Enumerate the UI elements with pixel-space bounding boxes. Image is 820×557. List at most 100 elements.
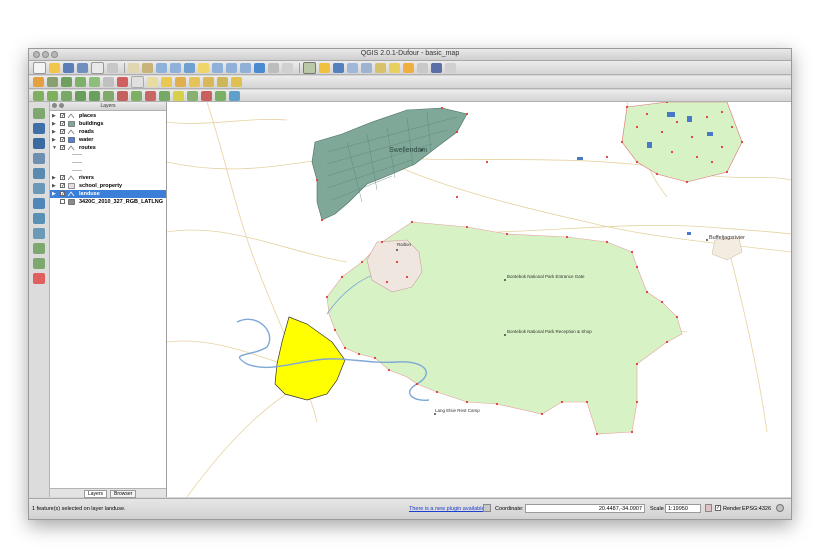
expand-arrow-icon[interactable]: ▶ [52, 112, 56, 120]
add-delimited-text-icon[interactable] [33, 243, 45, 254]
fill-ring-icon[interactable] [215, 90, 226, 101]
toggle-editing-pencil-icon[interactable] [33, 77, 44, 87]
stop-render-icon[interactable] [705, 504, 712, 512]
paste-features-icon[interactable] [147, 77, 158, 87]
new-shapefile-icon[interactable] [33, 258, 45, 269]
crs-status[interactable]: EPSG:4326 [742, 506, 771, 512]
new-plugin-link[interactable]: There is a new plugin available [409, 506, 485, 512]
expand-arrow-icon[interactable]: ▶ [52, 190, 56, 198]
close-panel-icon[interactable] [52, 103, 57, 108]
open-project-icon[interactable] [49, 62, 60, 73]
rotate-point-symbols-icon[interactable] [201, 90, 212, 101]
crs-globe-icon[interactable] [776, 504, 784, 512]
add-mssql-layer-icon[interactable] [33, 168, 45, 179]
measure-icon[interactable] [361, 62, 372, 73]
layer-visibility-checkbox[interactable]: ✓ [60, 129, 65, 135]
layer-item-school-property[interactable]: ▶ ✓ school_property [50, 182, 166, 190]
pan-to-selection-icon[interactable] [142, 62, 153, 73]
layer-visibility-checkbox[interactable] [60, 199, 65, 204]
expand-arrow-icon[interactable]: ▶ [52, 182, 56, 190]
zoom-last-icon[interactable] [226, 62, 237, 73]
add-wcs-layer-icon[interactable] [33, 213, 45, 224]
layer-item-raster[interactable]: 3420C_2010_327_RGB_LATLNG [50, 198, 166, 206]
cut-features-icon[interactable] [117, 77, 128, 87]
field-calculator-icon[interactable] [347, 62, 358, 73]
label-icon[interactable] [161, 77, 172, 87]
add-part-icon[interactable] [89, 90, 100, 101]
node-tool-icon[interactable] [89, 77, 100, 87]
zoom-to-selection-icon[interactable] [198, 62, 209, 73]
deselect-icon[interactable] [319, 62, 330, 73]
identify-icon[interactable] [268, 62, 279, 73]
layer-item-routes[interactable]: ▼ ✓ routes [50, 144, 166, 152]
expand-arrow-icon[interactable]: ▶ [52, 174, 56, 182]
merge-features-icon[interactable] [173, 90, 184, 101]
delete-part-icon[interactable] [117, 90, 128, 101]
zoom-out-icon[interactable] [170, 62, 181, 73]
layer-visibility-checkbox[interactable]: ✓ [60, 121, 65, 127]
zoom-to-layer-icon[interactable] [212, 62, 223, 73]
layer-item-rivers[interactable]: ▶ ✓ rivers [50, 174, 166, 182]
delete-selected-icon[interactable] [103, 77, 114, 87]
zoom-full-icon[interactable] [184, 62, 195, 73]
offset-curve-icon[interactable] [145, 90, 156, 101]
help-book-icon[interactable] [431, 62, 442, 73]
new-project-icon[interactable] [33, 61, 46, 74]
render-checkbox[interactable]: ✓ [715, 505, 721, 511]
label-show-icon[interactable] [189, 77, 200, 87]
tab-browser[interactable]: Browser [110, 490, 137, 498]
delete-ring-icon[interactable] [103, 90, 114, 101]
settings-gear-icon[interactable] [282, 62, 293, 73]
add-spatialite-layer-icon[interactable] [33, 153, 45, 164]
add-postgis-layer-icon[interactable] [33, 138, 45, 149]
annotation-icon[interactable] [375, 62, 386, 73]
add-feature-icon[interactable] [61, 77, 72, 87]
expand-arrow-icon[interactable]: ▶ [52, 120, 56, 128]
float-panel-icon[interactable] [59, 103, 64, 108]
tab-layers[interactable]: Layers [84, 490, 108, 498]
label-move-icon[interactable] [203, 77, 214, 87]
layer-item-landuse[interactable]: ▶ ✓ landuse [50, 190, 166, 198]
label-rotate-icon[interactable] [217, 77, 228, 87]
collapse-arrow-icon[interactable]: ▼ [52, 144, 57, 152]
copy-features-icon[interactable] [131, 76, 144, 88]
expand-arrow-icon[interactable]: ▶ [52, 136, 56, 144]
whats-this-icon[interactable] [445, 62, 456, 73]
reshape-features-icon[interactable] [131, 90, 142, 101]
layer-visibility-checkbox[interactable]: ✓ [60, 175, 65, 181]
open-attribute-table-icon[interactable] [333, 62, 344, 73]
rotate-feature-icon[interactable] [229, 90, 240, 101]
select-features-icon[interactable] [303, 61, 316, 74]
undo-icon[interactable] [33, 90, 44, 101]
map-canvas[interactable]: Swellendam Railton Bontebok National Par… [166, 100, 791, 498]
label-pin-icon[interactable] [175, 77, 186, 87]
map-tips-icon[interactable] [389, 62, 400, 73]
split-features-icon[interactable] [159, 90, 170, 101]
coordinate-field[interactable]: 20.4487,-34.0907 [525, 504, 645, 513]
add-oracle-layer-icon[interactable] [33, 183, 45, 194]
composer-manager-icon[interactable] [107, 62, 118, 73]
layer-item-water[interactable]: ▶ ✓ water [50, 136, 166, 144]
move-feature-icon[interactable] [75, 77, 86, 87]
add-wfs-layer-icon[interactable] [33, 228, 45, 239]
label-change-icon[interactable] [231, 77, 242, 87]
new-bookmark-icon[interactable] [403, 62, 414, 73]
redo-icon[interactable] [47, 90, 58, 101]
merge-attributes-icon[interactable] [187, 90, 198, 101]
map-drawing[interactable]: Swellendam Railton Bontebok National Par… [166, 100, 791, 498]
remove-layer-icon[interactable] [33, 273, 45, 284]
layer-visibility-checkbox[interactable]: ✓ [60, 145, 65, 151]
add-ring-icon[interactable] [75, 90, 86, 101]
expand-arrow-icon[interactable]: ▶ [52, 128, 56, 136]
new-print-composer-icon[interactable] [91, 61, 104, 74]
pan-icon[interactable] [128, 62, 139, 73]
simplify-feature-icon[interactable] [61, 90, 72, 101]
layer-visibility-checkbox[interactable]: ✓ [60, 191, 65, 197]
save-project-icon[interactable] [63, 62, 74, 73]
toggle-extents-icon[interactable] [483, 504, 491, 512]
layer-item-places[interactable]: ▶ ✓ places [50, 112, 166, 120]
scale-field[interactable]: 1:19950 [665, 504, 701, 513]
show-bookmarks-icon[interactable] [417, 62, 428, 73]
add-wms-layer-icon[interactable] [33, 198, 45, 209]
layer-item-buildings[interactable]: ▶ ✓ buildings [50, 120, 166, 128]
